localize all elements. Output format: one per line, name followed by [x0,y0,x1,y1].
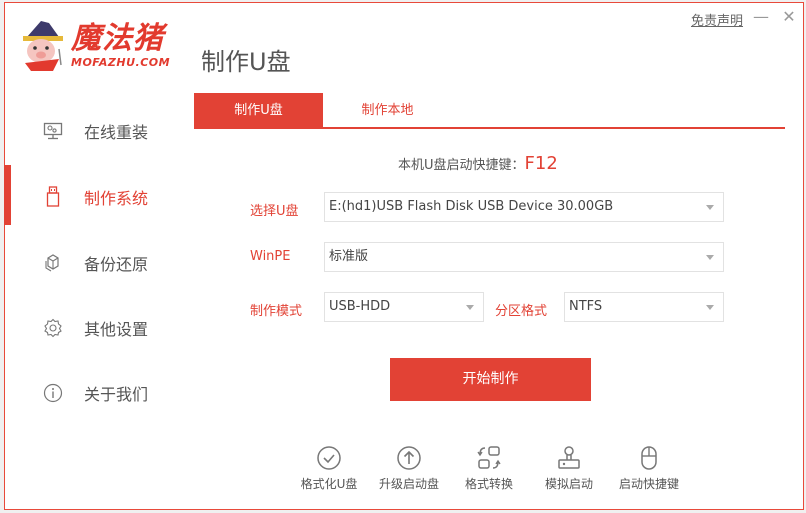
brand-url: MOFAZHU.COM [71,56,171,69]
tab-make-local[interactable]: 制作本地 [323,93,452,127]
app-window: 魔法猪 MOFAZHU.COM 制作U盘 免责声明 — ✕ 在线重装 制作系统 … [4,2,804,510]
pig-mascot-icon [23,21,63,71]
partition-select-value: NTFS [569,299,603,314]
chevron-down-icon [706,205,714,210]
sidebar-item-label: 其他设置 [84,320,149,339]
mode-label: 制作模式 [250,304,303,319]
sidebar-item-label: 备份还原 [84,255,149,274]
tool-format-convert[interactable]: 格式转换 [449,445,529,492]
chevron-down-icon [706,305,714,310]
sidebar-item-label: 在线重装 [84,123,149,142]
close-button[interactable]: ✕ [779,6,799,28]
sidebar-item-make-system[interactable]: 制作系统 [4,165,185,229]
usb-select-label: 选择U盘 [250,204,299,219]
tool-label: 格式转换 [464,477,513,491]
page-title: 制作U盘 [201,48,291,76]
winpe-select-value: 标准版 [329,249,369,264]
boot-hotkey-info: 本机U盘启动快捷键：F12 [398,153,558,174]
minimize-button[interactable]: — [751,6,771,28]
brand-name: 魔法猪 [71,21,164,56]
sidebar-item-online-reinstall[interactable]: 在线重装 [5,99,185,163]
partition-label: 分区格式 [495,304,548,319]
usb-select-value: E:(hd1)USB Flash Disk USB Device 30.00GB [329,199,614,214]
tool-upgrade-boot-disk[interactable]: 升级启动盘 [369,445,449,492]
convert-icon [477,446,501,469]
info-icon [41,381,65,405]
sidebar-item-label: 关于我们 [84,385,149,404]
tool-boot-hotkey[interactable]: 启动快捷键 [609,445,689,492]
gear-icon [41,316,65,340]
sidebar-item-backup-restore[interactable]: 备份还原 [5,231,185,295]
tool-simulate-boot[interactable]: 模拟启动 [529,445,609,492]
arrow-up-circle-icon [397,446,421,470]
usb-select[interactable]: E:(hd1)USB Flash Disk USB Device 30.00GB [324,192,724,222]
mode-select-value: USB-HDD [329,299,391,314]
usb-drive-icon [41,185,65,209]
hotkey-label: 本机U盘启动快捷键： [398,158,525,173]
hotkey-value: F12 [524,153,558,174]
winpe-select[interactable]: 标准版 [324,242,724,272]
sidebar-item-about-us[interactable]: 关于我们 [5,361,185,425]
start-make-button[interactable]: 开始制作 [390,358,591,401]
tool-label: 启动快捷键 [618,477,679,491]
tab-bar: 制作U盘 制作本地 [194,93,785,129]
sidebar-item-label: 制作系统 [84,189,149,208]
active-indicator [4,165,11,225]
partition-select[interactable]: NTFS [564,292,724,322]
mouse-icon [641,446,657,470]
mode-select[interactable]: USB-HDD [324,292,484,322]
chevron-down-icon [466,305,474,310]
chevron-down-icon [706,255,714,260]
stamp-icon [558,446,580,469]
winpe-label: WinPE [250,249,291,264]
disclaimer-link[interactable]: 免责声明 [691,10,743,29]
tab-make-usb[interactable]: 制作U盘 [194,93,323,127]
logo: 魔法猪 MOFAZHU.COM [19,21,184,73]
tool-label: 模拟启动 [544,477,593,491]
monitor-icon [41,119,65,143]
tool-label: 格式化U盘 [300,477,358,491]
tool-format-usb[interactable]: 格式化U盘 [289,445,369,492]
tool-label: 升级启动盘 [378,477,439,491]
check-circle-icon [317,446,341,470]
backup-cube-icon [41,251,65,275]
sidebar-item-other-settings[interactable]: 其他设置 [5,296,185,360]
